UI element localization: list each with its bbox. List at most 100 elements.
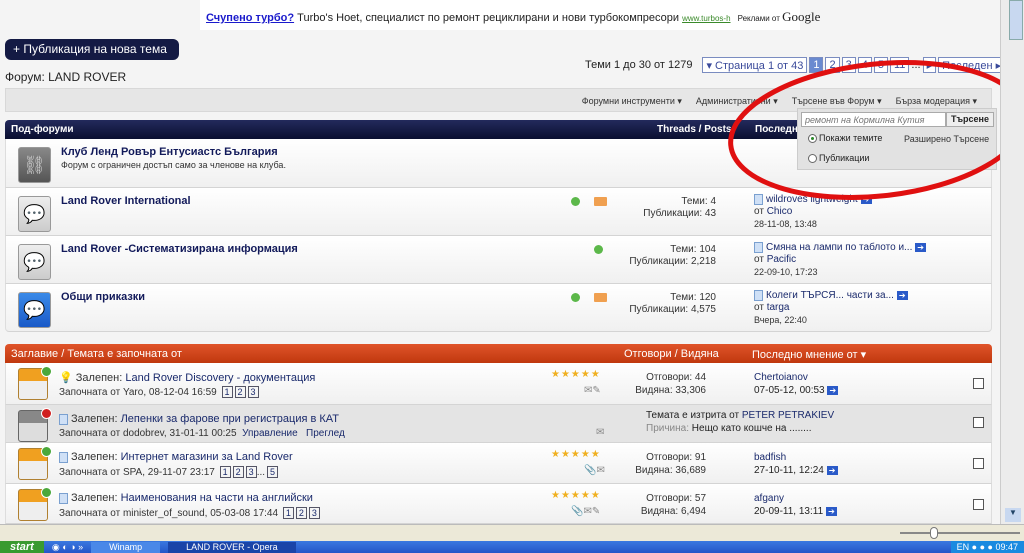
thread-row[interactable]: Залепен: Наименования на части на англий…: [5, 484, 992, 524]
thread-envelope-icon: [18, 446, 52, 480]
thread-title[interactable]: Лепенки за фарове при регистрация в КАТ: [121, 413, 339, 425]
document-icon: [754, 242, 763, 253]
moderation-checkbox[interactable]: [973, 378, 984, 389]
page-select[interactable]: ▾ Страница 1 от 43: [702, 57, 808, 73]
page-2[interactable]: 2: [825, 57, 840, 73]
thread-page[interactable]: 5: [267, 466, 279, 478]
go-to-post-icon[interactable]: ➔: [915, 243, 927, 252]
admin-menu[interactable]: Административни ▾: [696, 96, 778, 106]
search-input[interactable]: [801, 112, 946, 127]
advanced-search-link[interactable]: Разширено Търсене: [904, 134, 989, 144]
go-to-post-icon[interactable]: ➔: [896, 291, 908, 300]
thread-title[interactable]: Наименования на части на английски: [121, 492, 313, 504]
moderation-checkbox[interactable]: [973, 417, 984, 428]
quick-launch-icons[interactable]: ◉ ◐ ◑ »: [52, 542, 83, 553]
thread-page[interactable]: 1: [221, 386, 233, 398]
rss-icon[interactable]: [594, 293, 607, 302]
deleted-by-user[interactable]: PETER PETRAKIEV: [742, 410, 834, 421]
post-count: Публикации: 4,575: [629, 304, 716, 315]
subforum-row[interactable]: 💬 Land Rover International Теми: 4 Публик…: [5, 188, 992, 236]
start-button[interactable]: start: [0, 541, 44, 553]
zoom-slider[interactable]: [900, 527, 1020, 539]
last-post-author[interactable]: Pacific: [767, 254, 796, 265]
last-post-date: 20-09-11, 13:11: [754, 506, 824, 517]
last-post-date: Вчера, 22:40: [754, 315, 807, 326]
vertical-scrollbar[interactable]: ▼: [1000, 0, 1024, 524]
online-status-icon: [571, 293, 580, 302]
thread-row[interactable]: 💡 Залепен: Land Rover Discovery - докуме…: [5, 363, 992, 405]
ads-by-label: Реклами от: [737, 14, 780, 23]
page-5[interactable]: 5: [873, 57, 888, 73]
thread-page[interactable]: 1: [282, 507, 294, 519]
search-button[interactable]: Търсене: [946, 112, 994, 127]
thread-page[interactable]: 2: [232, 466, 244, 478]
radio-show-threads[interactable]: Покажи темите: [808, 133, 882, 143]
forum-tools-menu[interactable]: Форумни инструменти ▾: [582, 96, 682, 106]
rss-icon[interactable]: [594, 197, 607, 206]
last-post-title[interactable]: Колеги ТЪРСЯ... части за...: [766, 290, 894, 301]
scroll-thumb[interactable]: [1009, 0, 1023, 40]
clock: 09:47: [995, 542, 1018, 552]
last-post-title[interactable]: Смяна на лампи по таблото и...: [766, 242, 912, 253]
manage-link[interactable]: Управление: [242, 428, 298, 439]
ad-headline[interactable]: Счупено турбо?: [206, 12, 294, 24]
sticky-prefix: Залепен:: [75, 372, 123, 384]
ad-text: Turbo's Hoet, специалист по ремонт рецик…: [297, 12, 679, 24]
subforum-title[interactable]: Клуб Ленд Ровър Ентусиастс България: [61, 146, 278, 158]
task-winamp[interactable]: Winamp: [91, 541, 161, 553]
online-status-icon: [571, 197, 580, 206]
last-post-author[interactable]: afgany: [754, 492, 837, 505]
thread-title[interactable]: Land Rover Discovery - документация: [125, 372, 315, 384]
subforum-title[interactable]: Land Rover -Систематизирана информация: [61, 243, 298, 255]
thread-page[interactable]: 2: [295, 507, 307, 519]
page-3[interactable]: 3: [841, 57, 856, 73]
thread-row[interactable]: Залепен: Интернет магазини за Land Rover…: [5, 443, 992, 484]
thread-page[interactable]: 1: [219, 466, 231, 478]
thread-row[interactable]: Залепен: Лепенки за фарове при регистрац…: [5, 405, 992, 443]
thread-page[interactable]: 2: [234, 386, 246, 398]
last-post-author[interactable]: Chico: [767, 206, 793, 217]
search-popup: Търсене Покажи темите Разширено Търсене …: [797, 108, 997, 170]
moderation-checkbox[interactable]: [973, 458, 984, 469]
task-opera[interactable]: LAND ROVER - Opera: [168, 541, 296, 553]
go-to-post-icon[interactable]: ➔: [860, 195, 872, 204]
go-to-post-icon[interactable]: ➔: [827, 385, 839, 395]
subforum-title[interactable]: Land Rover International: [61, 195, 191, 207]
subforum-title[interactable]: Общи приказки: [61, 291, 145, 303]
col-last-post[interactable]: Последно мнение от ▾: [752, 348, 866, 361]
post-count: Публикации: 2,218: [629, 256, 716, 267]
search-forum-menu[interactable]: Търсене във Форум ▾: [792, 96, 882, 106]
new-thread-button[interactable]: + Публикация на нова тема: [5, 39, 179, 60]
attachment-envelope-paperclip-icon: 📎✉✎: [571, 506, 601, 517]
scroll-down-arrow[interactable]: ▼: [1005, 508, 1021, 522]
quick-moderation-menu[interactable]: Бърза модерация ▾: [896, 96, 977, 106]
subforum-row[interactable]: 💬 Общи приказки Теми: 120 Публикации: 4,5…: [5, 284, 992, 332]
col-title[interactable]: Заглавие / Темата е започната от: [11, 348, 182, 360]
thread-page[interactable]: 3: [308, 507, 320, 519]
moderation-checkbox[interactable]: [973, 499, 984, 510]
thread-page[interactable]: 3: [247, 386, 259, 398]
last-post-author[interactable]: targa: [767, 302, 790, 313]
ads-by-google[interactable]: Реклами от Google: [737, 9, 821, 24]
ad-banner[interactable]: Счупено турбо? Turbo's Hoet, специалист …: [200, 0, 820, 30]
col-threads-posts: Threads / Posts: [657, 124, 732, 135]
ad-url[interactable]: www.turbos-h: [682, 14, 730, 23]
thread-title[interactable]: Интернет магазини за Land Rover: [121, 451, 293, 463]
subforum-row[interactable]: 💬 Land Rover -Систематизирана информация…: [5, 236, 992, 284]
go-to-post-icon[interactable]: ➔: [825, 506, 837, 516]
go-to-post-icon[interactable]: ➔: [826, 465, 838, 475]
page-4[interactable]: 4: [857, 57, 872, 73]
last-post-author[interactable]: badfish: [754, 451, 838, 464]
page-ellipsis: ...: [911, 59, 921, 71]
next-page-button[interactable]: ▸: [922, 57, 937, 73]
radio-posts[interactable]: Публикации: [808, 153, 869, 163]
last-post-author[interactable]: Chertoianov: [754, 371, 838, 384]
by-label: от: [754, 254, 764, 266]
last-post-title[interactable]: wildroves lightweight: [766, 194, 858, 205]
thread-page[interactable]: 3: [245, 466, 257, 478]
page-11[interactable]: 11: [889, 57, 910, 73]
view-link[interactable]: Преглед: [306, 428, 345, 439]
col-replies-views[interactable]: Отговори / Видяна: [624, 348, 719, 360]
language-indicator[interactable]: EN: [957, 542, 970, 552]
page-1[interactable]: 1: [809, 57, 824, 73]
